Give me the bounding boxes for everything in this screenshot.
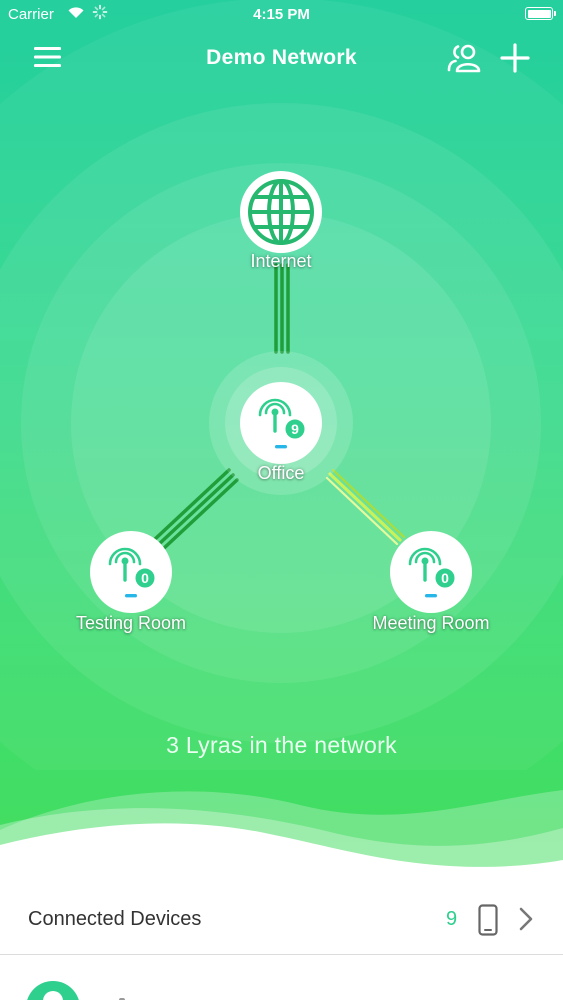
led-indicator	[125, 594, 137, 598]
topology-graph: 9 0 0	[0, 0, 563, 770]
list-item[interactable]	[0, 955, 563, 1000]
device-count-text: 0	[141, 570, 149, 586]
internet-node[interactable]	[240, 171, 322, 253]
device-count-badge: 0	[433, 566, 457, 590]
connected-devices-label: Connected Devices	[28, 908, 202, 930]
office-label: Office	[257, 463, 305, 483]
avatar	[26, 981, 80, 1000]
meeting-room-label: Meeting Room	[372, 613, 490, 633]
wave-decoration	[0, 790, 563, 880]
network-summary: 3 Lyras in the network	[166, 732, 397, 758]
device-count-text: 9	[291, 421, 299, 437]
testing-room-label: Testing Room	[75, 613, 187, 633]
internet-label: Internet	[250, 251, 312, 271]
phone-icon	[478, 904, 498, 936]
network-hero: Carrier 4:15 PM Demo Network 9 0 0 Inter…	[0, 0, 563, 880]
globe-icon	[248, 179, 314, 245]
meeting-room-node[interactable]	[390, 531, 472, 613]
device-count-text: 0	[441, 570, 449, 586]
connected-devices-row[interactable]: Connected Devices 9	[0, 880, 563, 955]
led-indicator	[425, 594, 437, 598]
chevron-right-icon	[519, 907, 533, 931]
device-count-badge: 9	[283, 417, 307, 441]
testing-room-node[interactable]	[90, 531, 172, 613]
device-count-badge: 0	[133, 566, 157, 590]
connected-devices-count: 9	[446, 908, 458, 930]
led-indicator	[275, 445, 287, 449]
